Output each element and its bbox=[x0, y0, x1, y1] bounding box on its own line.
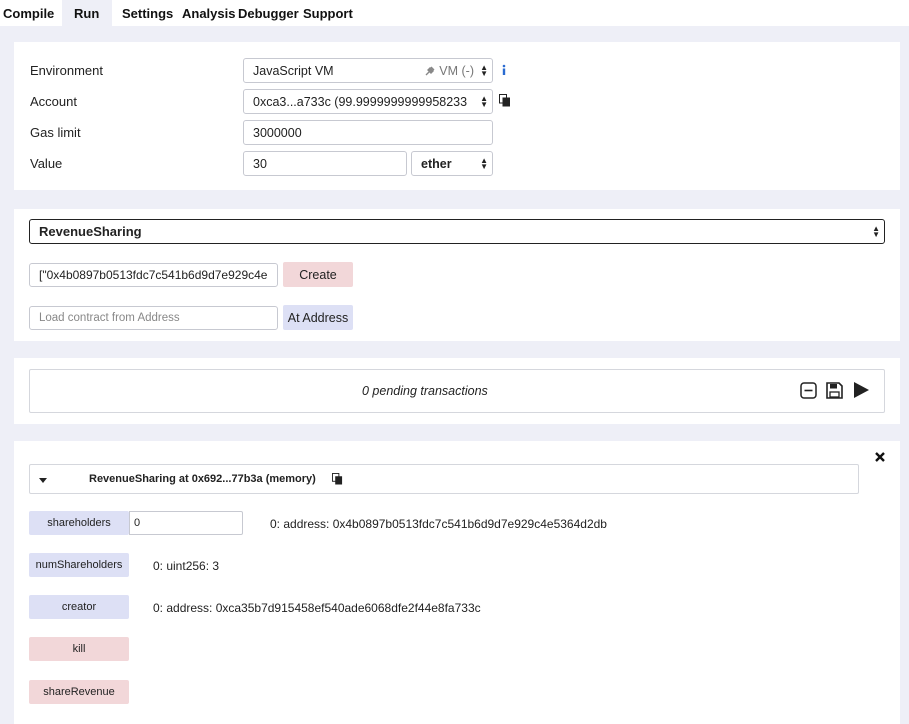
tab-support[interactable]: Support bbox=[303, 6, 353, 21]
at-address-button[interactable]: At Address bbox=[283, 305, 353, 330]
shareholders-input[interactable]: 0 bbox=[129, 511, 243, 535]
create-button[interactable]: Create bbox=[283, 262, 353, 287]
numshareholders-button[interactable]: numShareholders bbox=[29, 553, 129, 577]
value-label: Value bbox=[30, 156, 63, 171]
tab-debugger[interactable]: Debugger bbox=[238, 6, 299, 21]
constructor-args-input[interactable]: ["0x4b0897b0513fdc7c541b6d9d7e929c4e bbox=[29, 263, 278, 287]
chevron-updown-icon: ▲ ▼ bbox=[480, 93, 488, 109]
info-icon[interactable] bbox=[500, 64, 508, 76]
instance-header[interactable]: RevenueSharing at 0x692...77b3a (memory) bbox=[29, 464, 859, 494]
value-input[interactable]: 30 bbox=[243, 151, 407, 176]
instance-card: RevenueSharing at 0x692...77b3a (memory)… bbox=[14, 441, 900, 724]
copy-icon[interactable] bbox=[499, 94, 511, 107]
gas-limit-label: Gas limit bbox=[30, 125, 81, 140]
numshareholders-output: 0: uint256: 3 bbox=[153, 559, 220, 573]
caret-down-icon[interactable] bbox=[39, 478, 47, 483]
account-select[interactable]: 0xca3...a733c (99.9999999999958233 ▲ ▼ bbox=[243, 89, 493, 114]
pending-card: 0 pending transactions bbox=[14, 358, 900, 424]
kill-button[interactable]: kill bbox=[29, 637, 129, 661]
pending-text: 0 pending transactions bbox=[362, 384, 488, 398]
chevron-updown-icon: ▲ ▼ bbox=[480, 62, 488, 78]
tab-run[interactable]: Run bbox=[62, 0, 112, 26]
at-address-input[interactable]: Load contract from Address bbox=[29, 306, 278, 330]
environment-label: Environment bbox=[30, 63, 103, 78]
environment-select[interactable]: JavaScript VM VM (-) ▲ ▼ bbox=[243, 58, 493, 83]
tab-analysis[interactable]: Analysis bbox=[182, 6, 235, 21]
value-unit: ether bbox=[421, 156, 452, 171]
creator-output: 0: address: 0xca35b7d915458ef540ade6068d… bbox=[153, 601, 481, 615]
shareholders-output: 0: address: 0x4b0897b0513fdc7c541b6d9d7e… bbox=[270, 517, 607, 531]
tab-bar: Compile Run Settings Analysis Debugger S… bbox=[0, 0, 909, 26]
settings-card: Environment JavaScript VM VM (-) ▲ ▼ Acco… bbox=[14, 42, 900, 190]
creator-button[interactable]: creator bbox=[29, 595, 129, 619]
save-icon[interactable] bbox=[825, 381, 844, 400]
contract-selected: RevenueSharing bbox=[39, 224, 142, 239]
environment-badge: VM (-) bbox=[439, 64, 474, 78]
tab-settings[interactable]: Settings bbox=[122, 6, 173, 21]
instance-title: RevenueSharing at 0x692...77b3a (memory) bbox=[89, 473, 316, 485]
at-address-placeholder: Load contract from Address bbox=[39, 312, 180, 324]
value-unit-select[interactable]: ether ▲ ▼ bbox=[411, 151, 493, 176]
copy-icon[interactable] bbox=[332, 473, 343, 485]
tab-compile[interactable]: Compile bbox=[3, 6, 54, 21]
sharerevenue-button[interactable]: shareRevenue bbox=[29, 680, 129, 704]
shareholders-button[interactable]: shareholders bbox=[29, 511, 129, 535]
account-value: 0xca3...a733c (99.9999999999958233 bbox=[253, 94, 468, 109]
contract-select[interactable]: RevenueSharing ▲ ▼ bbox=[29, 219, 885, 244]
plug-icon bbox=[425, 66, 435, 76]
pending-box: 0 pending transactions bbox=[29, 369, 885, 413]
play-icon[interactable] bbox=[852, 381, 870, 399]
chevron-updown-icon: ▲ ▼ bbox=[872, 223, 880, 239]
account-label: Account bbox=[30, 94, 77, 109]
chevron-updown-icon: ▲ ▼ bbox=[480, 155, 488, 171]
contract-card: RevenueSharing ▲ ▼ ["0x4b0897b0513fdc7c54… bbox=[14, 209, 900, 341]
collapse-icon[interactable] bbox=[800, 382, 817, 399]
environment-value: JavaScript VM bbox=[253, 63, 334, 78]
gas-limit-input[interactable]: 3000000 bbox=[243, 120, 493, 145]
close-icon[interactable] bbox=[875, 452, 885, 462]
